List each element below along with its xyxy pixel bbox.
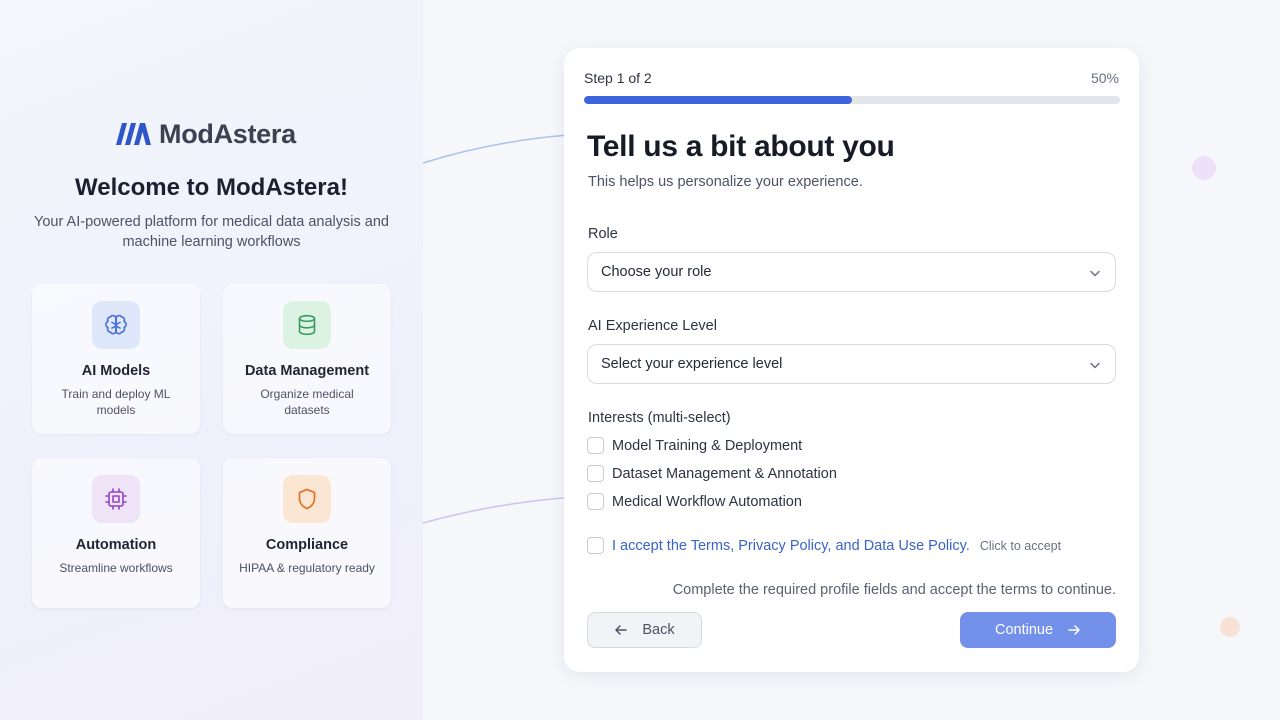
interest-option[interactable]: Model Training & Deployment: [587, 437, 802, 454]
progress-percent: 50%: [1090, 70, 1119, 86]
step-indicator: Step 1 of 2: [584, 70, 652, 86]
welcome-panel: ModAstera Welcome to ModAstera! Your AI-…: [0, 0, 423, 720]
feature-title: Data Management: [244, 363, 370, 379]
interest-option-label: Model Training & Deployment: [612, 437, 803, 454]
role-select-value: Choose your role: [601, 264, 712, 280]
feature-desc: Train and deploy ML models: [61, 387, 171, 417]
feature-desc: Streamline workflows: [59, 561, 173, 575]
feature-title: Automation: [75, 537, 157, 553]
interest-option[interactable]: Dataset Management & Annotation: [587, 465, 837, 482]
terms-row[interactable]: I accept the Terms, Privacy Policy, and …: [587, 537, 1061, 554]
modastera-logo-icon: [116, 123, 151, 145]
progress-fill: [584, 96, 852, 104]
form-title: Tell us a bit about you: [587, 130, 895, 163]
interest-option[interactable]: Medical Workflow Automation: [587, 493, 802, 510]
feature-card-ai-models: AI Models Train and deploy ML models: [32, 284, 200, 434]
interests-label: Interests (multi-select): [588, 410, 731, 426]
chevron-down-icon: [1090, 362, 1100, 369]
experience-select[interactable]: Select your experience level: [587, 344, 1116, 384]
interest-checkbox[interactable]: [587, 493, 604, 510]
back-button-label: Back: [642, 622, 675, 638]
feature-desc: Organize medical datasets: [260, 387, 354, 417]
interest-option-label: Medical Workflow Automation: [612, 493, 802, 510]
continue-button-label: Continue: [994, 622, 1054, 638]
experience-label: AI Experience Level: [588, 318, 717, 334]
welcome-tagline: Your AI-powered platform for medical dat…: [34, 214, 389, 250]
progress-bar: [584, 96, 1120, 104]
interest-checkbox[interactable]: [587, 465, 604, 482]
brand-name: ModAstera: [159, 118, 296, 149]
brand-logo: ModAstera: [116, 116, 296, 152]
feature-desc: HIPAA & regulatory ready: [239, 561, 375, 575]
terms-hint: Click to accept: [979, 538, 1062, 553]
feature-title: Compliance: [265, 537, 349, 553]
interest-checkbox[interactable]: [587, 437, 604, 454]
continue-button[interactable]: Continue: [960, 612, 1116, 648]
cpu-icon: [92, 475, 140, 523]
brain-icon: [92, 301, 140, 349]
feature-card-data-management: Data Management Organize medical dataset…: [223, 284, 391, 434]
terms-checkbox[interactable]: [587, 537, 604, 554]
decorative-dot: [1220, 617, 1240, 637]
arrow-left-icon: [615, 625, 628, 635]
onboarding-form: Step 1 of 2 50% Tell us a bit about you …: [564, 48, 1139, 672]
welcome-title: Welcome to ModAstera!: [75, 174, 348, 201]
feature-title: AI Models: [81, 363, 151, 379]
arrow-right-icon: [1068, 625, 1080, 635]
back-button[interactable]: Back: [587, 612, 702, 648]
form-notice: Complete the required profile fields and…: [672, 582, 1116, 598]
chevron-down-icon: [1090, 270, 1100, 277]
experience-select-value: Select your experience level: [601, 356, 783, 372]
form-subtitle: This helps us personalize your experienc…: [588, 174, 863, 190]
role-label: Role: [588, 226, 618, 242]
shield-icon: [283, 475, 331, 523]
feature-card-compliance: Compliance HIPAA & regulatory ready: [223, 458, 391, 608]
role-select[interactable]: Choose your role: [587, 252, 1116, 292]
feature-card-automation: Automation Streamline workflows: [32, 458, 200, 608]
terms-link[interactable]: I accept the Terms, Privacy Policy, and …: [612, 538, 970, 554]
database-icon: [283, 301, 331, 349]
decorative-dot: [1192, 156, 1216, 180]
interest-option-label: Dataset Management & Annotation: [612, 465, 837, 482]
